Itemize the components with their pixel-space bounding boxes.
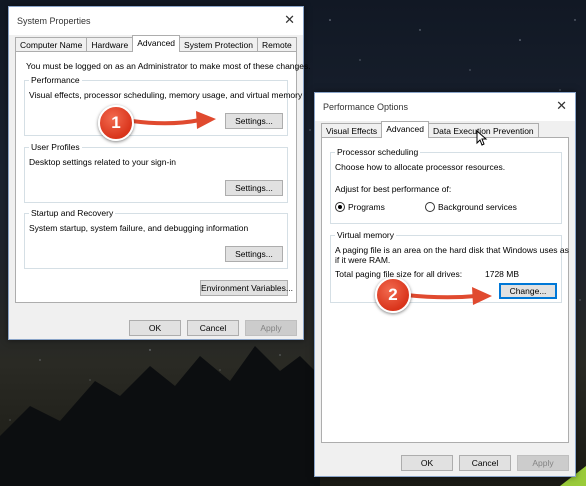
performance-options-titlebar[interactable]: Performance Options ✕ — [315, 93, 575, 121]
processor-scheduling-title: Processor scheduling — [335, 147, 421, 157]
performance-options-cancel-button[interactable]: Cancel — [459, 455, 511, 471]
admin-note: You must be logged on as an Administrato… — [26, 61, 311, 71]
change-button[interactable]: Change... — [499, 283, 557, 299]
adjust-label: Adjust for best performance of: — [335, 184, 452, 194]
system-properties-cancel-button[interactable]: Cancel — [187, 320, 239, 336]
total-paging-value: 1728 MB — [485, 269, 520, 279]
user-profiles-desc: Desktop settings related to your sign-in — [29, 157, 176, 167]
tab-advanced[interactable]: Advanced — [381, 121, 429, 138]
advanced-tab-panel: You must be logged on as an Administrato… — [15, 51, 311, 303]
system-properties-tabs: Computer Name Hardware Advanced System P… — [15, 35, 297, 52]
virtual-memory-title: Virtual memory — [335, 230, 396, 240]
performance-options-tabs: Visual Effects Advanced Data Execution P… — [321, 121, 539, 138]
step-2-badge: 2 — [375, 277, 411, 313]
window-title: System Properties — [17, 16, 91, 26]
startup-recovery-desc: System startup, system failure, and debu… — [29, 223, 249, 233]
tab-remote[interactable]: Remote — [257, 37, 297, 52]
mouse-pointer-icon — [476, 130, 488, 146]
radio-selected-icon — [335, 202, 345, 212]
performance-group-title: Performance — [29, 75, 82, 85]
startup-recovery-group-title: Startup and Recovery — [29, 208, 116, 218]
performance-desc: Visual effects, processor scheduling, me… — [29, 90, 303, 100]
system-properties-window: System Properties ✕ Computer Name Hardwa… — [8, 6, 311, 340]
background-services-radio[interactable]: Background services — [425, 202, 517, 212]
close-icon[interactable]: ✕ — [284, 13, 295, 28]
startup-recovery-settings-button[interactable]: Settings... — [225, 246, 283, 262]
processor-scheduling-group: Processor scheduling Choose how to alloc… — [330, 147, 562, 224]
performance-options-ok-button[interactable]: OK — [401, 455, 453, 471]
virtual-memory-desc-line2: if it were RAM. — [335, 255, 391, 265]
window-title: Performance Options — [323, 102, 409, 112]
startup-recovery-group: Startup and Recovery System startup, sys… — [24, 208, 288, 269]
tab-computer-name[interactable]: Computer Name — [15, 37, 88, 52]
background-services-radio-label: Background services — [438, 202, 517, 212]
programs-radio[interactable]: Programs — [335, 202, 385, 212]
performance-settings-button[interactable]: Settings... — [225, 113, 283, 129]
programs-radio-label: Programs — [348, 202, 385, 212]
tab-visual-effects[interactable]: Visual Effects — [321, 123, 383, 138]
environment-variables-button[interactable]: Environment Variables... — [200, 280, 293, 296]
close-icon[interactable]: ✕ — [556, 99, 567, 114]
user-profiles-group-title: User Profiles — [29, 142, 82, 152]
tab-advanced[interactable]: Advanced — [132, 35, 181, 52]
system-properties-apply-button[interactable]: Apply — [245, 320, 297, 336]
performance-options-apply-button[interactable]: Apply — [517, 455, 569, 471]
step-1-badge: 1 — [98, 105, 134, 141]
system-properties-ok-button[interactable]: OK — [129, 320, 181, 336]
radio-unselected-icon — [425, 202, 435, 212]
system-properties-titlebar[interactable]: System Properties ✕ — [9, 7, 303, 35]
virtual-memory-desc-line1: A paging file is an area on the hard dis… — [335, 245, 569, 255]
tab-hardware[interactable]: Hardware — [86, 37, 134, 52]
arrow-2-icon — [404, 287, 492, 305]
processor-scheduling-desc: Choose how to allocate processor resourc… — [335, 162, 506, 172]
user-profiles-group: User Profiles Desktop settings related t… — [24, 142, 288, 203]
user-profiles-settings-button[interactable]: Settings... — [225, 180, 283, 196]
arrow-1-icon — [130, 111, 216, 129]
tab-system-protection[interactable]: System Protection — [179, 37, 259, 52]
